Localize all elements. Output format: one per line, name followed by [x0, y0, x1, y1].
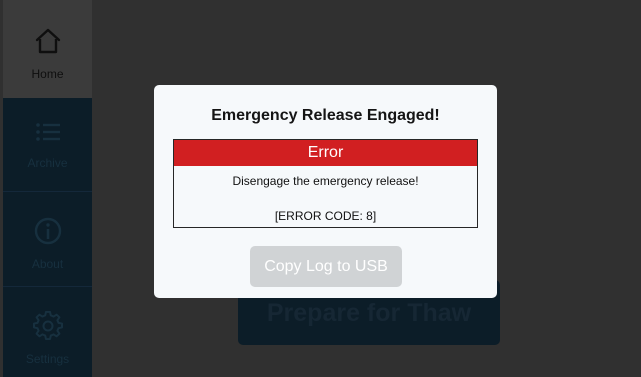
error-code: [ERROR CODE: 8]: [274, 209, 377, 223]
sidebar-item-archive[interactable]: Archive: [3, 98, 92, 191]
sidebar-item-label: About: [31, 257, 64, 271]
home-icon: [3, 21, 92, 61]
info-icon: [3, 211, 92, 251]
list-icon: [3, 112, 92, 152]
error-panel: Error Disengage the emergency release! […: [173, 139, 478, 228]
sidebar-item-home[interactable]: Home: [3, 0, 92, 98]
sidebar-item-about[interactable]: About: [3, 191, 92, 286]
error-header: Error: [174, 140, 477, 166]
copy-log-to-usb-button[interactable]: Copy Log to USB: [250, 246, 402, 287]
error-dialog: Emergency Release Engaged! Error Disenga…: [154, 85, 497, 298]
sidebar-item-label: Archive: [27, 156, 68, 170]
sidebar-item-label: Settings: [25, 352, 70, 366]
app-window: Home Archive About Settings Prepare for …: [0, 0, 641, 377]
sidebar-item-settings[interactable]: Settings: [3, 286, 92, 377]
sidebar-item-label: Home: [31, 67, 64, 81]
error-message: Disengage the emergency release!: [232, 174, 419, 188]
gear-icon: [3, 306, 92, 346]
dialog-title: Emergency Release Engaged!: [211, 107, 440, 124]
sidebar: Home Archive About Settings: [3, 0, 92, 377]
